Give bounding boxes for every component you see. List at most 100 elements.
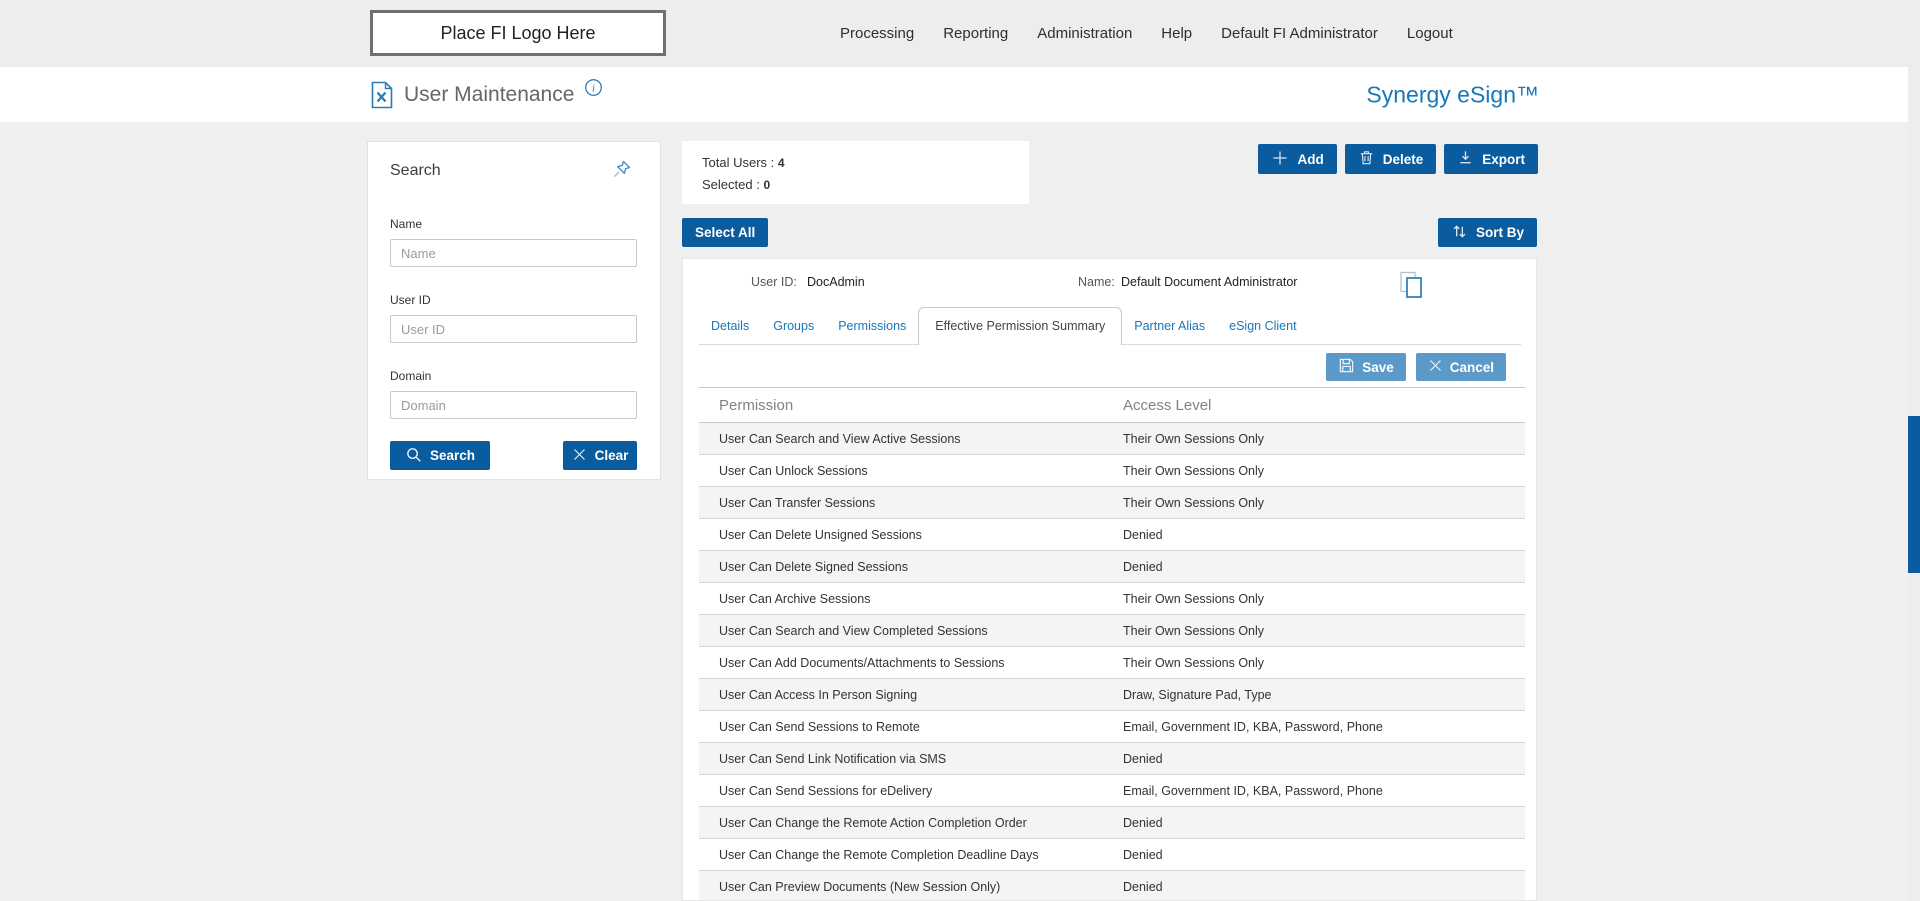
fi-logo-text: Place FI Logo Here — [440, 23, 595, 44]
summary-box: Total Users : 4 Selected : 0 — [682, 141, 1029, 204]
table-row: User Can Search and View Completed Sessi… — [699, 615, 1525, 647]
permission-cell: User Can Preview Documents (New Session … — [699, 880, 1103, 894]
permission-cell: User Can Search and View Completed Sessi… — [699, 624, 1103, 638]
permission-cell: User Can Delete Signed Sessions — [699, 560, 1103, 574]
user-maintenance-icon — [370, 81, 394, 109]
save-row: Save Cancel — [683, 353, 1506, 381]
table-row: User Can Archive Sessions Their Own Sess… — [699, 583, 1525, 615]
table-row: User Can Change the Remote Completion De… — [699, 839, 1525, 871]
svg-text:i: i — [592, 83, 595, 94]
name-input[interactable] — [390, 239, 637, 267]
selected-line: Selected : 0 — [702, 174, 1009, 196]
permission-cell: User Can Transfer Sessions — [699, 496, 1103, 510]
top-nav: Processing Reporting Administration Help… — [840, 0, 1453, 67]
access-level-cell: Their Own Sessions Only — [1103, 624, 1525, 638]
search-panel-title: Search — [390, 162, 441, 180]
access-level-cell: Their Own Sessions Only — [1103, 592, 1525, 606]
clear-button[interactable]: Clear — [563, 441, 637, 470]
delete-button[interactable]: Delete — [1345, 144, 1437, 174]
tab-groups[interactable]: Groups — [761, 308, 826, 344]
permission-column-header: Permission — [699, 397, 1103, 414]
user-id-value: DocAdmin — [807, 275, 865, 289]
table-row: User Can Change the Remote Action Comple… — [699, 807, 1525, 839]
select-all-button[interactable]: Select All — [682, 218, 768, 247]
domain-field-label: Domain — [390, 369, 637, 383]
scrollbar-thumb[interactable] — [1908, 416, 1920, 573]
page-scrollbar[interactable] — [1908, 0, 1920, 901]
top-nav-item-logout[interactable]: Logout — [1407, 25, 1453, 42]
access-level-cell: Denied — [1103, 816, 1525, 830]
clear-x-icon — [572, 447, 587, 465]
cancel-button[interactable]: Cancel — [1416, 353, 1506, 381]
name-value: Default Document Administrator — [1121, 275, 1297, 289]
top-nav-item-administration[interactable]: Administration — [1037, 25, 1132, 42]
access-level-cell: Denied — [1103, 528, 1525, 542]
table-row: User Can Send Sessions for eDelivery Ema… — [699, 775, 1525, 807]
total-users-line: Total Users : 4 — [702, 152, 1009, 174]
info-icon[interactable]: i — [584, 78, 603, 97]
brand-logo: Synergy eSign™ — [1366, 81, 1539, 108]
top-nav-item-reporting[interactable]: Reporting — [943, 25, 1008, 42]
domain-input[interactable] — [390, 391, 637, 419]
permission-cell: User Can Send Link Notification via SMS — [699, 752, 1103, 766]
permission-cell: User Can Access In Person Signing — [699, 688, 1103, 702]
table-row: User Can Preview Documents (New Session … — [699, 871, 1525, 901]
table-row: User Can Send Sessions to Remote Email, … — [699, 711, 1525, 743]
access-level-cell: Their Own Sessions Only — [1103, 496, 1525, 510]
user-identity-row: User ID: DocAdmin Name: Default Document… — [683, 259, 1536, 307]
sort-icon — [1451, 223, 1468, 243]
user-card: User ID: DocAdmin Name: Default Document… — [682, 258, 1537, 901]
name-label: Name: — [1078, 275, 1115, 289]
add-button[interactable]: Add — [1258, 144, 1336, 174]
top-nav-item-processing[interactable]: Processing — [840, 25, 914, 42]
permissions-table: Permission Access Level User Can Search … — [699, 387, 1525, 901]
download-icon — [1457, 149, 1474, 169]
permission-cell: User Can Change the Remote Action Comple… — [699, 816, 1103, 830]
tab-esign-client[interactable]: eSign Client — [1217, 308, 1308, 344]
search-icon — [405, 446, 422, 466]
permission-cell: User Can Change the Remote Completion De… — [699, 848, 1103, 862]
permission-cell: User Can Add Documents/Attachments to Se… — [699, 656, 1103, 670]
copy-icon[interactable] — [1399, 271, 1425, 302]
total-users-label: Total Users : — [702, 155, 774, 170]
user-tabs: Details Groups Permissions Effective Per… — [699, 307, 1521, 345]
plus-icon — [1271, 149, 1289, 170]
user-id-input[interactable] — [390, 315, 637, 343]
access-level-cell: Denied — [1103, 560, 1525, 574]
top-nav-item-default-fi-administrator[interactable]: Default FI Administrator — [1221, 25, 1378, 42]
search-panel: Search Name User ID Domain — [367, 141, 661, 480]
table-row: User Can Delete Unsigned Sessions Denied — [699, 519, 1525, 551]
permission-cell: User Can Unlock Sessions — [699, 464, 1103, 478]
user-id-field-label: User ID — [390, 293, 637, 307]
table-row: User Can Search and View Active Sessions… — [699, 423, 1525, 455]
search-button[interactable]: Search — [390, 441, 490, 470]
screen: Place FI Logo Here Processing Reporting … — [0, 0, 1920, 901]
selected-value: 0 — [763, 178, 770, 192]
name-field-label: Name — [390, 217, 637, 231]
access-level-cell: Their Own Sessions Only — [1103, 656, 1525, 670]
permission-cell: User Can Delete Unsigned Sessions — [699, 528, 1103, 542]
table-row: User Can Unlock Sessions Their Own Sessi… — [699, 455, 1525, 487]
save-icon — [1338, 357, 1355, 377]
tab-permissions[interactable]: Permissions — [826, 308, 918, 344]
page-header: User Maintenance i Synergy eSign™ — [0, 67, 1920, 122]
tab-effective-permission-summary[interactable]: Effective Permission Summary — [918, 307, 1122, 345]
access-level-cell: Their Own Sessions Only — [1103, 432, 1525, 446]
save-button[interactable]: Save — [1326, 353, 1406, 381]
access-level-cell: Denied — [1103, 848, 1525, 862]
total-users-value: 4 — [778, 156, 785, 170]
tab-details[interactable]: Details — [699, 308, 761, 344]
export-button[interactable]: Export — [1444, 144, 1538, 174]
table-row: User Can Send Link Notification via SMS … — [699, 743, 1525, 775]
page-title: User Maintenance — [404, 83, 574, 107]
access-level-column-header: Access Level — [1103, 397, 1525, 414]
cancel-x-icon — [1428, 358, 1443, 376]
top-nav-item-help[interactable]: Help — [1161, 25, 1192, 42]
table-row: User Can Access In Person Signing Draw, … — [699, 679, 1525, 711]
table-row: User Can Delete Signed Sessions Denied — [699, 551, 1525, 583]
access-level-cell: Email, Government ID, KBA, Password, Pho… — [1103, 784, 1525, 798]
pin-icon[interactable] — [611, 158, 633, 185]
sort-by-button[interactable]: Sort By — [1438, 218, 1537, 247]
tab-partner-alias[interactable]: Partner Alias — [1122, 308, 1217, 344]
access-level-cell: Email, Government ID, KBA, Password, Pho… — [1103, 720, 1525, 734]
